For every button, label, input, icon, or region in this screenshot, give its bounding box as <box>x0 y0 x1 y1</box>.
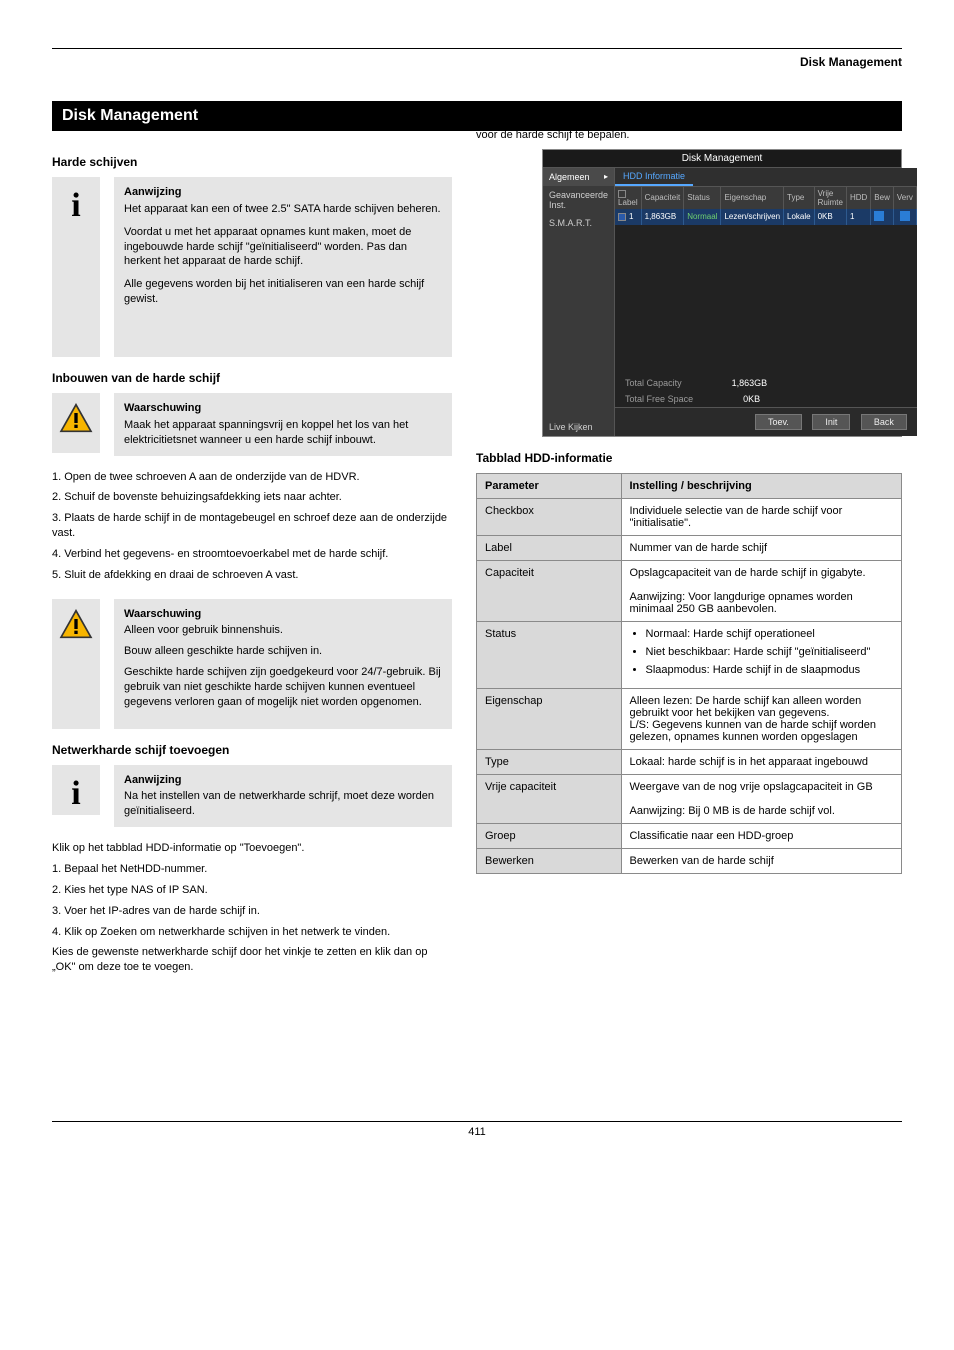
callout-text: Voordat u met het apparaat opnames kunt … <box>124 225 442 270</box>
hdd-table: Label Capaciteit Status Eigenschap Type … <box>615 187 917 225</box>
col-instelling: Instelling / beschrijving <box>621 473 902 498</box>
table-row: TypeLokaal: harde schijf is in het appar… <box>477 749 902 774</box>
table-row[interactable]: 1 1,863GB Normaal Lezen/schrijven Lokale… <box>615 209 916 225</box>
step-item: 3. Voer het IP-adres van de harde schijf… <box>52 904 452 919</box>
step-item: 4. Verbind het gegevens- en stroomtoevoe… <box>52 547 452 562</box>
heading-harde-schijven: Harde schijven <box>52 155 452 169</box>
col-parameter: Parameter <box>477 473 622 498</box>
callout-label: Aanwijzing <box>124 773 442 788</box>
screenshot-title: Disk Management <box>543 150 901 168</box>
info-icon: i <box>52 177 100 357</box>
step-item: 2. Schuif de bovenste behuizingsafdekkin… <box>52 490 452 505</box>
warning-icon <box>52 599 100 729</box>
back-button[interactable]: Back <box>861 414 907 430</box>
heading-netwerk: Netwerkharde schijf toevoegen <box>52 743 452 757</box>
step-item: 1. Bepaal het NetHDD-nummer. <box>52 862 452 877</box>
sidebar-item-algemeen[interactable]: Algemeen▸ <box>543 168 614 186</box>
heading-tab-hdd: Tabblad HDD-informatie <box>476 451 902 465</box>
info-icon: i <box>52 765 100 815</box>
step-item: 5. Sluit de afdekking en draai de schroe… <box>52 568 452 583</box>
step-item: 2. Kies het type NAS of IP SAN. <box>52 883 452 898</box>
table-row: Status Normaal: Harde schijf operationee… <box>477 621 902 688</box>
step-item: 3. Plaats de harde schijf in de montageb… <box>52 511 452 541</box>
callout-label: Aanwijzing <box>124 185 442 200</box>
left-column: Harde schijven i Aanwijzing Het apparaat… <box>52 151 452 981</box>
page-header: Disk Management <box>52 55 902 69</box>
screenshot-disk-management: Disk Management Algemeen▸ Geavanceerde I… <box>542 149 902 437</box>
callout-text: Het apparaat kan een of twee 2.5" SATA h… <box>124 202 442 217</box>
table-row: EigenschapAlleen lezen: De harde schijf … <box>477 688 902 749</box>
callout-text: Bouw alleen geschikte harde schijven in. <box>124 644 442 659</box>
info-callout-algemeen: i Aanwijzing Het apparaat kan een of twe… <box>52 177 452 357</box>
warning-icon <box>52 393 100 453</box>
table-row: CapaciteitOpslagcapaciteit van de harde … <box>477 560 902 621</box>
init-button[interactable]: Init <box>812 414 850 430</box>
sidebar-item-live[interactable]: Live Kijken <box>543 418 614 436</box>
right-column: Klik in het menu op „Disk Management" om… <box>476 151 902 981</box>
callout-text: Geschikte harde schijven zijn goedgekeur… <box>124 665 442 710</box>
edit-icon[interactable] <box>874 211 884 221</box>
callout-label: Waarschuwing <box>124 607 442 622</box>
heading-inbouw: Inbouwen van de harde schijf <box>52 371 452 385</box>
delete-icon[interactable] <box>900 211 910 221</box>
info-callout-netwerk: i Aanwijzing Na het instellen van de net… <box>52 765 452 828</box>
callout-label: Waarschuwing <box>124 401 442 416</box>
parameter-table: Parameter Instelling / beschrijving Chec… <box>476 473 902 874</box>
step-end: Kies de gewenste netwerkharde schijf doo… <box>52 945 452 975</box>
page-number: 411 <box>52 1121 902 1138</box>
callout-text: Alleen voor gebruik binnenshuis. <box>124 623 442 638</box>
callout-text: Alle gegevens worden bij het initialiser… <box>124 277 442 307</box>
table-row: CheckboxIndividuele selectie van de hard… <box>477 498 902 535</box>
intro-text: Klik in het menu op „Disk Management" om… <box>476 113 902 143</box>
step-intro: Klik op het tabblad HDD-informatie op "T… <box>52 841 452 856</box>
callout-text: Maak het apparaat spanningsvrij en koppe… <box>124 418 442 448</box>
step-item: 1. Open de twee schroeven A aan de onder… <box>52 470 452 485</box>
table-row: LabelNummer van de harde schijf <box>477 535 902 560</box>
warning-callout-inbouw: Waarschuwing Maak het apparaat spannings… <box>52 393 452 456</box>
callout-text: Na het instellen van de netwerkharde sch… <box>124 789 442 819</box>
sidebar-item-smart[interactable]: S.M.A.R.T. <box>543 214 614 232</box>
tab-hdd-informatie[interactable]: HDD Informatie <box>615 168 693 186</box>
list-item: Niet beschikbaar: Harde schijf "geïnitia… <box>646 646 894 658</box>
table-row: GroepClassificatie naar een HDD-groep <box>477 823 902 848</box>
sidebar-item-geavanceerd[interactable]: Geavanceerde Inst. <box>543 186 614 214</box>
step-item: 4. Klik op Zoeken om netwerkharde schijv… <box>52 925 452 940</box>
list-item: Normaal: Harde schijf operationeel <box>646 628 894 640</box>
list-item: Slaapmodus: Harde schijf in de slaapmodu… <box>646 664 894 676</box>
warning-callout-geschikte: Waarschuwing Alleen voor gebruik binnens… <box>52 599 452 729</box>
add-button[interactable]: Toev. <box>755 414 802 430</box>
table-row: BewerkenBewerken van de harde schijf <box>477 848 902 873</box>
table-row: Vrije capaciteitWeergave van de nog vrij… <box>477 774 902 823</box>
